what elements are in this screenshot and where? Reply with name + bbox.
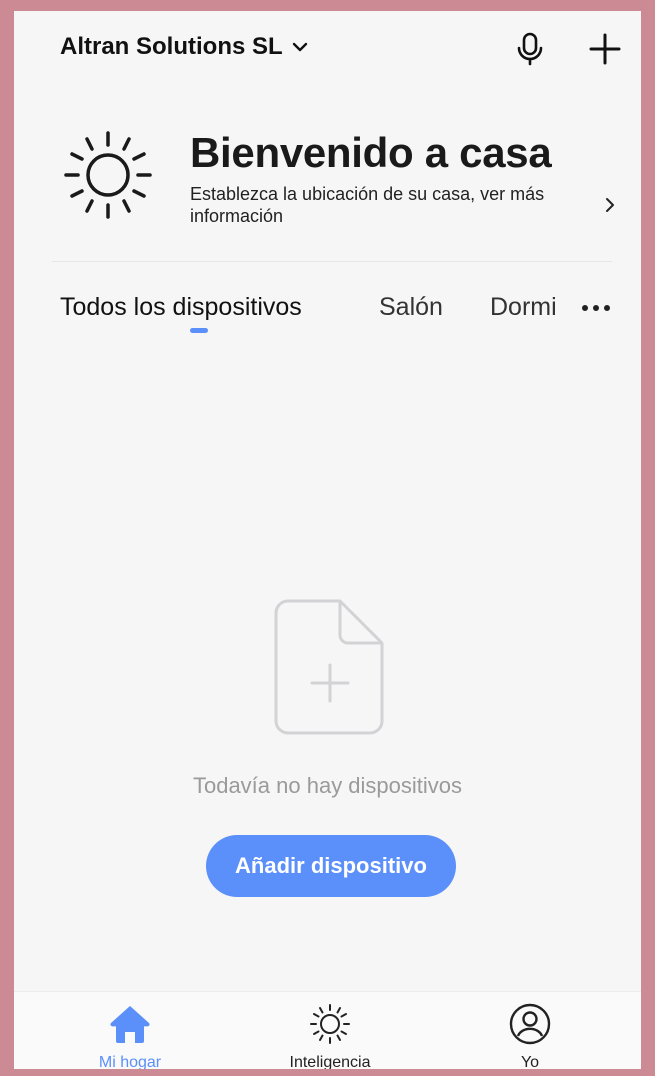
nav-mi-hogar[interactable]: Mi hogar bbox=[40, 992, 220, 1069]
nav-inteligencia[interactable]: Inteligencia bbox=[240, 992, 420, 1069]
empty-document-icon bbox=[274, 599, 384, 735]
tab-salon[interactable]: Salón bbox=[379, 293, 443, 322]
tab-all-devices[interactable]: Todos los dispositivos bbox=[60, 293, 302, 322]
bottom-navigation: Mi hogar Inteligencia Yo bbox=[14, 991, 641, 1069]
active-tab-indicator bbox=[190, 328, 208, 333]
welcome-subtitle: Establezca la ubicación de su casa, ver … bbox=[190, 184, 545, 226]
divider bbox=[52, 261, 612, 262]
nav-yo[interactable]: Yo bbox=[440, 992, 620, 1069]
empty-state-message: Todavía no hay dispositivos bbox=[192, 773, 463, 798]
app-screen: Altran Solutions SL Bienvenido a casa Es… bbox=[14, 11, 641, 1069]
sun-icon bbox=[64, 131, 152, 219]
home-selector[interactable]: Altran Solutions SL bbox=[60, 33, 309, 61]
chevron-down-icon bbox=[292, 42, 307, 52]
nav-label: Mi hogar bbox=[98, 1054, 162, 1069]
nav-label: Yo bbox=[520, 1054, 540, 1069]
welcome-title: Bienvenido a casa bbox=[190, 129, 552, 176]
more-icon[interactable] bbox=[580, 303, 612, 313]
welcome-banner[interactable]: Bienvenido a casa Establezca la ubicació… bbox=[14, 111, 641, 261]
profile-icon bbox=[509, 1003, 551, 1045]
microphone-icon[interactable] bbox=[514, 31, 546, 67]
chevron-right-icon bbox=[606, 198, 614, 212]
top-bar: Altran Solutions SL bbox=[14, 11, 641, 89]
tab-dormitorio[interactable]: Dormi bbox=[490, 293, 564, 322]
sun-icon bbox=[310, 1004, 350, 1044]
home-name: Altran Solutions SL bbox=[60, 33, 283, 60]
add-device-button[interactable]: Añadir dispositivo bbox=[206, 835, 456, 897]
add-icon[interactable] bbox=[587, 31, 623, 67]
home-icon bbox=[110, 1006, 150, 1043]
nav-label: Inteligencia bbox=[289, 1054, 371, 1069]
room-tabs: Todos los dispositivos Salón Dormi bbox=[14, 281, 641, 341]
